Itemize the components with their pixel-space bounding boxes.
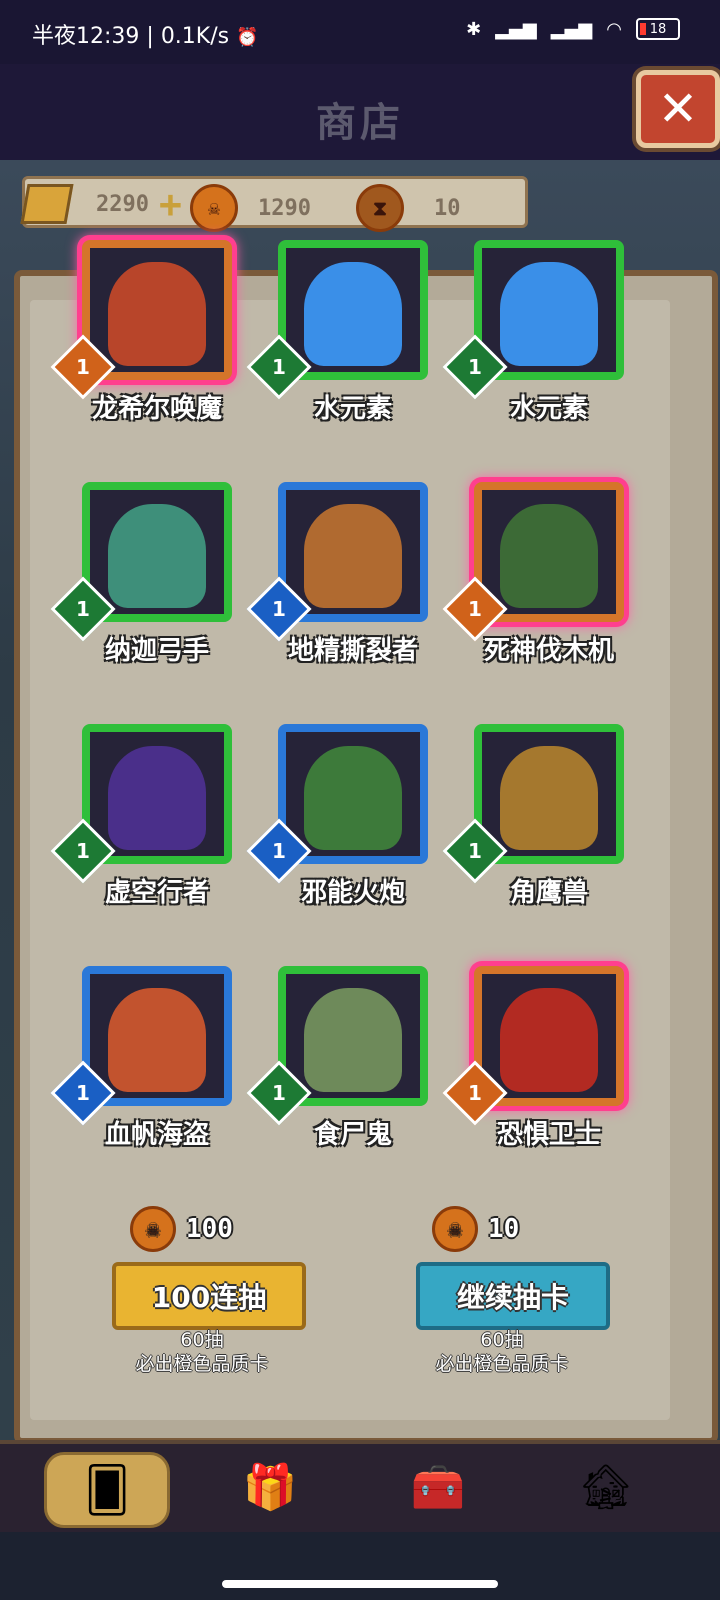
cost-left-amount: 100: [186, 1214, 233, 1244]
village-house-icon: 🏚: [578, 1462, 634, 1513]
cost-left: ☠ 100: [130, 1206, 233, 1252]
continue-draw-button[interactable]: 继续抽卡: [416, 1262, 610, 1330]
card-level: 1: [76, 838, 90, 863]
hourglass-resource: ⧗ 10: [356, 184, 461, 232]
nav-gifts[interactable]: 🎁: [230, 1452, 310, 1522]
title-bar: 商店: [0, 64, 720, 160]
hero-card[interactable]: 1 食尸鬼: [246, 966, 428, 1150]
card-name: 恐惧卫士: [496, 1120, 601, 1150]
card-name: 水元素: [313, 394, 392, 424]
card-name: 龙希尔唤魔: [91, 394, 222, 424]
hero-portrait-icon: [500, 988, 598, 1092]
hero-card[interactable]: 1 地精撕裂者: [246, 482, 428, 666]
card-name: 水元素: [509, 394, 588, 424]
gesture-area: [0, 1532, 720, 1600]
hero-portrait-icon: [108, 504, 206, 608]
hero-portrait-icon: [500, 262, 598, 366]
cost-right: ☠ 10: [432, 1206, 519, 1252]
card-level: 1: [468, 1080, 482, 1105]
gift-box-icon: 🎁: [242, 1462, 298, 1513]
card-level: 1: [272, 1080, 286, 1105]
token-amount: 1290: [258, 195, 311, 221]
treasure-chest-icon: 🧰: [410, 1462, 466, 1513]
nav-chest[interactable]: 🧰: [398, 1452, 478, 1522]
card-level: 1: [76, 1080, 90, 1105]
hero-portrait-icon: [108, 262, 206, 366]
card-name: 地精撕裂者: [287, 636, 418, 666]
network-speed: 0.1K/s: [160, 24, 230, 49]
hero-portrait-icon: [108, 746, 206, 850]
hero-portrait-icon: [500, 504, 598, 608]
hero-card[interactable]: 1 恐惧卫士: [442, 966, 624, 1150]
bluetooth-icon: ✱: [466, 18, 482, 40]
card-level: 1: [272, 354, 286, 379]
hint-right-line1: 60抽: [480, 1329, 524, 1351]
hero-portrait-icon: [304, 988, 402, 1092]
card-name: 角鹰兽: [509, 878, 588, 908]
status-right: ✱ ▂▄▆ ▂▄▆ ◠ 18: [466, 18, 680, 40]
hint-left: 60抽 必出橙色品质卡: [72, 1328, 332, 1376]
page-title: 商店: [316, 100, 404, 146]
card-name: 死神伐木机: [483, 636, 614, 666]
alarm-icon: ⏰: [236, 27, 259, 48]
hero-card[interactable]: 1 死神伐木机: [442, 482, 624, 666]
add-gold-button[interactable]: +: [159, 185, 182, 223]
card-level: 1: [76, 596, 90, 621]
hint-left-line1: 60抽: [180, 1329, 224, 1351]
hero-card[interactable]: 1 邪能火炮: [246, 724, 428, 908]
card-level: 1: [272, 596, 286, 621]
hero-card[interactable]: 1 龙希尔唤魔: [50, 240, 232, 424]
nav-village[interactable]: 🏚: [566, 1452, 646, 1522]
hero-card[interactable]: 1 纳迦弓手: [50, 482, 232, 666]
status-left: 半夜12:39 | 0.1K/s ⏰: [32, 24, 259, 49]
home-indicator[interactable]: [222, 1580, 498, 1588]
status-time: 半夜12:39: [32, 24, 140, 49]
hero-card[interactable]: 1 血帆海盗: [50, 966, 232, 1150]
hero-portrait-icon: [500, 746, 598, 850]
card-level: 1: [468, 838, 482, 863]
hero-card[interactable]: 1 水元素: [442, 240, 624, 424]
demon-token-icon: ☠: [130, 1206, 176, 1252]
card-level: 1: [76, 354, 90, 379]
battery-level: 18: [649, 21, 667, 37]
cost-right-amount: 10: [488, 1214, 520, 1244]
hero-card[interactable]: 1 水元素: [246, 240, 428, 424]
card-level: 1: [468, 596, 482, 621]
token-resource: ☠ 1290: [190, 184, 311, 232]
hero-card[interactable]: 1 虚空行者: [50, 724, 232, 908]
card-name: 虚空行者: [104, 878, 209, 908]
hero-card[interactable]: 1 角鹰兽: [442, 724, 624, 908]
card-name: 血帆海盗: [104, 1120, 209, 1150]
card-name: 纳迦弓手: [104, 636, 209, 666]
hint-right-line2: 必出橙色品质卡: [435, 1353, 569, 1375]
hint-left-line2: 必出橙色品质卡: [135, 1353, 269, 1375]
gold-amount: 2290: [96, 191, 149, 217]
battery-icon: 18: [636, 18, 680, 40]
hint-right: 60抽 必出橙色品质卡: [372, 1328, 632, 1376]
signal-icon: ▂▄▆: [495, 18, 537, 40]
close-icon: ✕: [657, 81, 699, 137]
card-name: 食尸鬼: [313, 1120, 392, 1150]
demon-token-icon: ☠: [190, 184, 238, 232]
status-bar: 半夜12:39 | 0.1K/s ⏰ ✱ ▂▄▆ ▂▄▆ ◠ 18: [0, 0, 720, 64]
hourglass-amount: 10: [434, 195, 461, 221]
card-level: 1: [468, 354, 482, 379]
demon-token-icon: ☠: [432, 1206, 478, 1252]
signal-icon-2: ▂▄▆: [550, 18, 593, 40]
hero-portrait-icon: [304, 262, 402, 366]
close-button[interactable]: ✕: [636, 70, 720, 148]
gold-resource: 2290 +: [20, 184, 182, 224]
card-level: 1: [272, 838, 286, 863]
hero-portrait-icon: [304, 746, 402, 850]
hero-portrait-icon: [304, 504, 402, 608]
nav-cards[interactable]: 🂠: [44, 1452, 170, 1528]
wifi-icon: ◠: [606, 18, 622, 40]
gold-bar-icon: [20, 184, 74, 224]
card-deck-icon: 🂠: [84, 1464, 130, 1516]
hero-portrait-icon: [108, 988, 206, 1092]
hourglass-icon: ⧗: [356, 184, 404, 232]
card-name: 邪能火炮: [300, 878, 405, 908]
draw-100-button[interactable]: 100连抽: [112, 1262, 306, 1330]
